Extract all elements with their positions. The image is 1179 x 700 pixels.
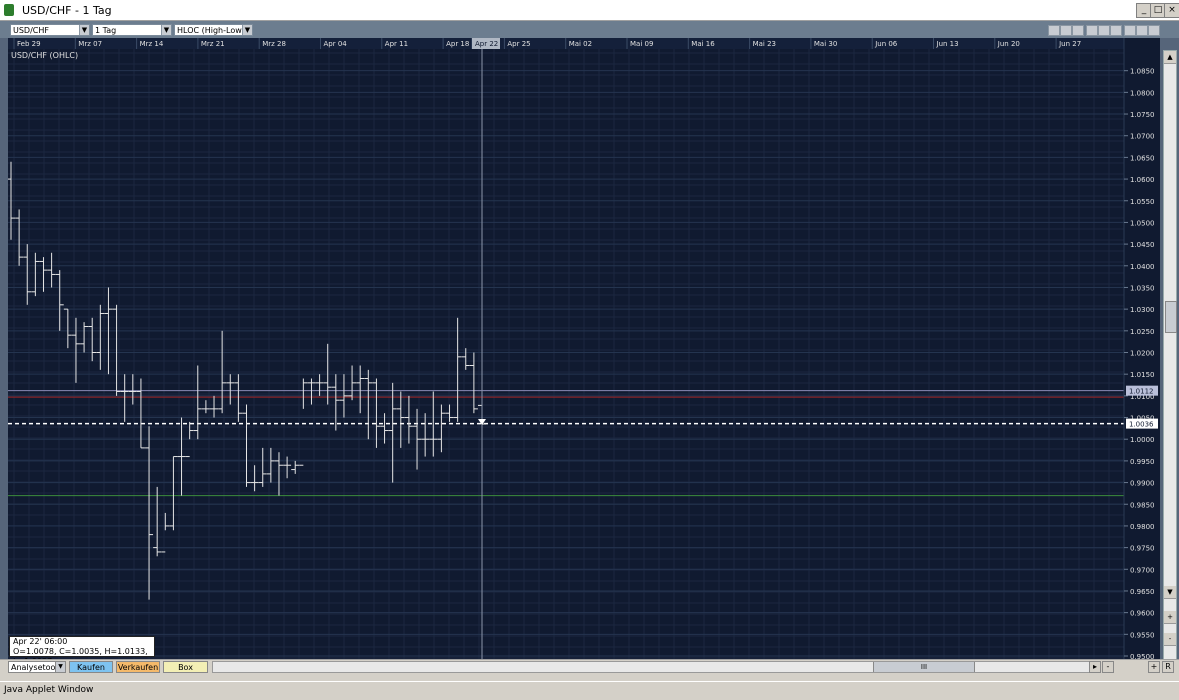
vertical-scrollbar[interactable]: ▲ ▼ + - <box>1163 50 1177 660</box>
x-tick-label: Apr 25 <box>507 40 530 48</box>
close-button[interactable]: × <box>1164 3 1179 18</box>
x-tick-label: Mai 09 <box>630 40 653 48</box>
print-icon[interactable] <box>1148 25 1160 36</box>
ohlc-info-box: Apr 22' 06:00 O=1.0078, C=1.0035, H=1.01… <box>9 636 155 666</box>
app-icon <box>4 4 14 16</box>
y-tick-label: 1.0400 <box>1130 263 1155 271</box>
x-tick-label: Apr 18 <box>446 40 469 48</box>
y-tick-label: 0.9650 <box>1130 588 1155 596</box>
info-date: Apr 22' 06:00 <box>13 637 68 646</box>
grid-icon[interactable] <box>1086 25 1098 36</box>
spacer <box>0 674 1179 681</box>
y-tick-label: 0.9600 <box>1130 610 1155 618</box>
status-text: Java Applet Window <box>4 685 94 695</box>
refresh-icon[interactable] <box>1136 25 1148 36</box>
x-tick-label: Jun 06 <box>874 40 898 48</box>
box-set-button[interactable]: Box setzen <box>163 661 208 684</box>
window-titlebar: USD/CHF - 1 Tag _ □ × <box>0 0 1179 21</box>
buy-button[interactable]: Kaufen <box>69 661 113 673</box>
sell-button[interactable]: Verkaufen <box>116 661 160 673</box>
x-tick-label: Apr 11 <box>385 40 408 48</box>
x-tick-label: Jun 13 <box>936 40 959 48</box>
horizontal-scrollbar[interactable]: III <box>212 661 1100 673</box>
scroll-right-icon[interactable]: ▸ <box>1089 661 1101 673</box>
analysis-tool-label: Analysetool <box>11 663 58 672</box>
window-title: USD/CHF - 1 Tag <box>22 4 112 17</box>
period-value: 1 Tag <box>95 26 117 35</box>
chart-toolbar: USD/CHF ▼ 1 Tag ▼ HLOC (High-Low-Op ▼ <box>0 21 1179 38</box>
x-tick-label: Mrz 21 <box>201 40 225 48</box>
y-tick-label: 1.0650 <box>1130 154 1155 162</box>
price-label: 1.0036 <box>1129 421 1154 429</box>
y-tick-label: 0.9700 <box>1130 566 1155 574</box>
reset-button[interactable]: R <box>1162 661 1174 673</box>
y-tick-label: 0.9750 <box>1130 545 1155 553</box>
chevron-down-icon[interactable]: ▼ <box>79 25 89 35</box>
draw-line-icon[interactable] <box>1048 25 1060 36</box>
x-tick-label: Mai 23 <box>753 40 776 48</box>
y-tick-label: 0.9900 <box>1130 480 1155 488</box>
scroll-thumb[interactable] <box>1165 301 1177 333</box>
ohlc-chart[interactable]: Feb 29 Mrz 07 Mrz 14 Mrz 21 Mrz 28 Apr 04 Apr … <box>8 38 1160 659</box>
table-icon[interactable] <box>1098 25 1110 36</box>
symbol-select[interactable]: USD/CHF ▼ <box>10 24 90 36</box>
y-tick-label: 1.0850 <box>1130 68 1155 76</box>
list-icon[interactable] <box>1060 25 1072 36</box>
zoom-icon[interactable] <box>1124 25 1136 36</box>
y-tick-label: 0.9950 <box>1130 458 1155 466</box>
columns-icon[interactable] <box>1110 25 1122 36</box>
price-label: 1.0112 <box>1129 388 1154 396</box>
y-tick-label: 1.0300 <box>1130 306 1155 314</box>
chevron-down-icon[interactable]: ▼ <box>55 662 65 672</box>
y-tick-label: 1.0450 <box>1130 241 1155 249</box>
chevron-down-icon[interactable]: ▼ <box>161 25 171 35</box>
y-tick-label: 1.0800 <box>1130 89 1155 97</box>
x-tick-label: Apr 22 <box>475 40 498 48</box>
zoom-out-button[interactable]: - <box>1102 661 1114 673</box>
x-tick-label: Mrz 14 <box>140 40 164 48</box>
x-tick-label: Mai 30 <box>814 40 837 48</box>
x-tick-label: Mai 16 <box>691 40 715 48</box>
settings-icon[interactable] <box>1072 25 1084 36</box>
x-tick-label: Jun 20 <box>997 40 1020 48</box>
analysis-tool-select[interactable]: Analysetool ▼ <box>8 661 66 673</box>
zoom-in-button[interactable]: + <box>1148 661 1160 673</box>
x-tick-label: Jun 27 <box>1058 40 1081 48</box>
period-select[interactable]: 1 Tag ▼ <box>92 24 172 36</box>
y-tick-label: 0.9850 <box>1130 501 1155 509</box>
y-tick-label: 1.0500 <box>1130 219 1155 227</box>
y-tick-label: 1.0750 <box>1130 111 1155 119</box>
y-tick-label: 1.0200 <box>1130 350 1155 358</box>
y-tick-label: 1.0250 <box>1130 328 1155 336</box>
y-tick-label: 1.0600 <box>1130 176 1155 184</box>
x-tick-label: Feb 29 <box>17 40 41 48</box>
symbol-value: USD/CHF <box>13 26 49 35</box>
zoom-in-icon[interactable]: + <box>1164 611 1176 624</box>
x-tick-label: Mai 02 <box>569 40 592 48</box>
y-tick-label: 1.0350 <box>1130 284 1155 292</box>
hscroll-thumb[interactable]: III <box>873 662 975 672</box>
x-tick-label: Mrz 28 <box>262 40 286 48</box>
x-tick-label: Apr 04 <box>324 40 348 48</box>
scroll-down-icon[interactable]: ▼ <box>1164 586 1176 599</box>
chart-title: USD/CHF (OHLC) <box>11 51 78 60</box>
y-tick-label: 1.0150 <box>1130 371 1155 379</box>
bottom-toolbar: Analysetool ▼ Kaufen Verkaufen Box setze… <box>0 659 1179 684</box>
y-tick-label: 1.0550 <box>1130 198 1155 206</box>
chevron-down-icon[interactable]: ▼ <box>242 25 252 35</box>
scroll-up-icon[interactable]: ▲ <box>1164 51 1176 64</box>
y-tick-label: 1.0000 <box>1130 436 1155 444</box>
y-tick-label: 0.9550 <box>1130 631 1155 639</box>
chart-style-select[interactable]: HLOC (High-Low-Op ▼ <box>174 24 253 36</box>
y-tick-label: 1.0700 <box>1130 133 1155 141</box>
left-edge <box>0 38 8 659</box>
x-tick-label: Mrz 07 <box>78 40 102 48</box>
y-tick-label: 0.9800 <box>1130 523 1155 531</box>
zoom-out-icon[interactable]: - <box>1164 633 1176 646</box>
status-bar: Java Applet Window <box>0 681 1179 700</box>
